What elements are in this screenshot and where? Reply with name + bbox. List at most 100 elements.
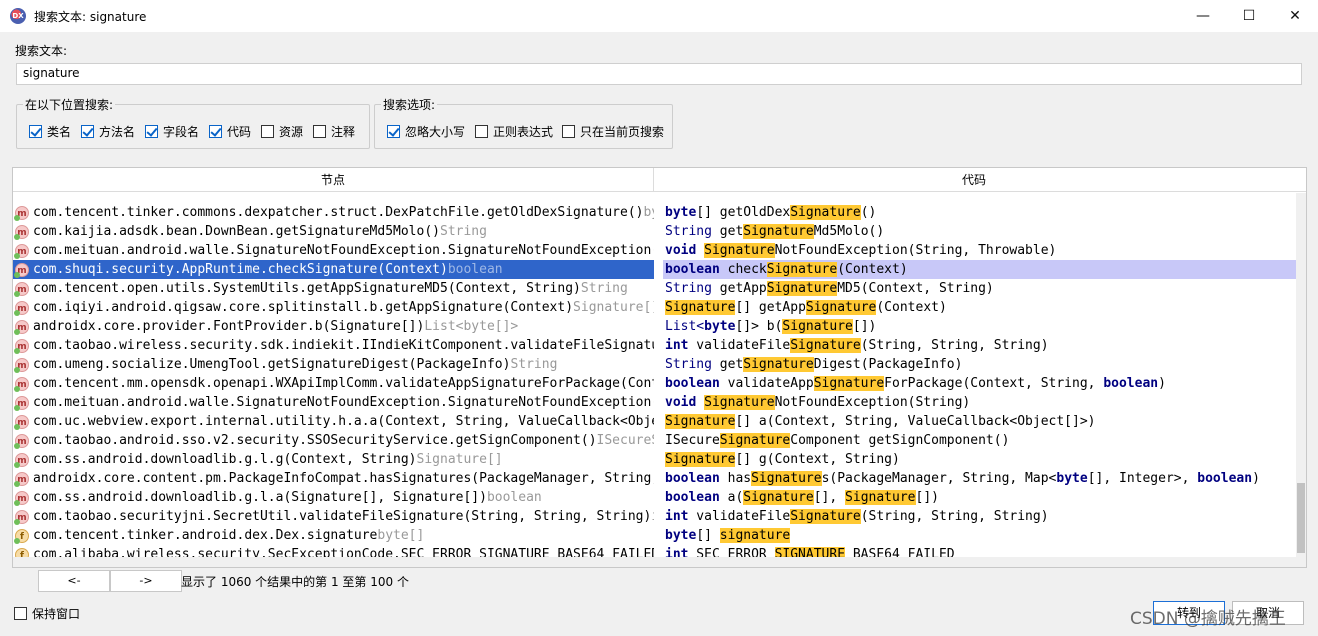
node-cell[interactable]: m androidx.core.provider.FontProvider.b(S… [13, 317, 654, 336]
node-cell[interactable]: m com.ss.android.downloadlib.g.l.g(Contex… [13, 450, 654, 469]
code-cell[interactable]: ISecureSignatureComponent getSignCompone… [663, 431, 1297, 450]
table-row[interactable]: m com.ss.android.downloadlib.g.l.g(Contex… [13, 450, 1296, 469]
table-row[interactable]: m com.kaijia.adsdk.bean.DownBean.getSigna… [13, 222, 1296, 241]
table-row[interactable]: m com.iqiyi.android.qigsaw.core.splitinst… [13, 298, 1296, 317]
table-row[interactable]: m com.shuqi.security.AppRuntime.checkSign… [13, 260, 1297, 279]
node-cell[interactable]: m com.taobao.android.sso.v2.security.SSOS… [13, 431, 654, 450]
match-highlight: Signature [719, 433, 791, 448]
table-row[interactable]: m com.taobao.securityjni.SecretUtil.valid… [13, 507, 1296, 526]
method-icon: m [14, 452, 29, 468]
table-row[interactable]: m com.taobao.android.sso.v2.security.SSOS… [13, 431, 1296, 450]
code-cell[interactable]: String getSignatureDigest(PackageInfo) [663, 355, 1297, 374]
checkbox-box[interactable] [562, 125, 575, 138]
node-cell[interactable]: m com.ss.android.downloadlib.g.l.a(Signat… [13, 488, 654, 507]
code-cell[interactable]: String getSignatureMd5Molo() [663, 222, 1297, 241]
scope-class-checkbox[interactable]: 类名 [29, 123, 71, 140]
code-cell[interactable]: boolean a(Signature[], Signature[]) [663, 488, 1297, 507]
scope-resource-checkbox[interactable]: 资源 [261, 123, 303, 140]
search-input[interactable]: signature [16, 63, 1302, 85]
maximize-button[interactable]: ☐ [1226, 0, 1272, 32]
checkbox-box[interactable] [29, 125, 42, 138]
checkbox-box[interactable] [209, 125, 222, 138]
cancel-button[interactable]: 取消 [1232, 601, 1304, 625]
code-cell[interactable]: byte[] signature [663, 526, 1297, 545]
scope-comment-checkbox[interactable]: 注释 [313, 123, 355, 140]
code-cell[interactable]: boolean checkSignature(Context) [663, 260, 1297, 279]
checkbox-box[interactable] [313, 125, 326, 138]
code-cell[interactable]: boolean validateAppSignatureForPackage(C… [663, 374, 1297, 393]
code-cell[interactable]: void SignatureNotFoundException(String, … [663, 241, 1297, 260]
close-button[interactable]: ✕ [1272, 0, 1318, 32]
table-row[interactable]: f com.tencent.tinker.android.dex.Dex.sign… [13, 526, 1296, 545]
code-cell[interactable]: byte[] getOldDexSignature() [663, 203, 1297, 222]
code-cell[interactable]: boolean hasSignatures(PackageManager, St… [663, 469, 1297, 488]
node-name: com.meituan.android.walle.SignatureNotFo… [33, 243, 654, 258]
table-row[interactable]: m androidx.core.content.pm.PackageInfoCom… [13, 469, 1296, 488]
scrollbar-thumb[interactable] [1297, 483, 1305, 553]
scope-method-checkbox[interactable]: 方法名 [81, 123, 135, 140]
method-icon: m [14, 414, 29, 430]
node-cell[interactable]: m androidx.core.content.pm.PackageInfoCom… [13, 469, 654, 488]
node-name: androidx.core.content.pm.PackageInfoComp… [33, 471, 654, 486]
column-header-node[interactable]: 节点 [13, 168, 654, 192]
code-cell[interactable]: int validateFileSignature(String, String… [663, 336, 1297, 355]
goto-button[interactable]: 转到 [1153, 601, 1225, 625]
code-cell[interactable]: void SignatureNotFoundException(String) [663, 393, 1297, 412]
checkbox-box[interactable] [81, 125, 94, 138]
table-row[interactable]: m com.tencent.mm.opensdk.openapi.WXApiImp… [13, 374, 1296, 393]
node-cell[interactable]: m com.umeng.socialize.UmengTool.getSignat… [13, 355, 654, 374]
table-row[interactable]: m com.ss.android.downloadlib.g.l.a(Signat… [13, 488, 1296, 507]
regex-checkbox[interactable]: 正则表达式 [475, 123, 553, 140]
node-cell[interactable]: m com.meituan.android.walle.SignatureNotF… [13, 393, 654, 412]
table-row[interactable]: m androidx.core.provider.FontProvider.b(S… [13, 317, 1296, 336]
table-row[interactable]: m com.uc.webview.export.internal.utility.… [13, 412, 1296, 431]
code-cell[interactable]: Signature[] g(Context, String) [663, 450, 1297, 469]
table-row[interactable]: m com.tencent.open.utils.SystemUtils.getA… [13, 279, 1296, 298]
column-header-code[interactable]: 代码 [654, 168, 1294, 192]
node-cell[interactable]: m com.meituan.android.walle.SignatureNotF… [13, 241, 654, 260]
current-page-checkbox[interactable]: 只在当前页搜索 [562, 123, 664, 140]
code-token: getApp [711, 281, 767, 296]
table-row[interactable]: m com.meituan.android.walle.SignatureNotF… [13, 393, 1296, 412]
horizontal-scrollbar[interactable] [13, 557, 1296, 567]
keep-window-checkbox[interactable]: 保持窗口 [14, 605, 80, 622]
node-cell[interactable]: f com.tencent.tinker.android.dex.Dex.sign… [13, 526, 654, 545]
results-table[interactable]: m com.tencent.tinker.commons.dexpatcher.s… [12, 167, 1307, 568]
node-cell[interactable]: m com.shuqi.security.AppRuntime.checkSign… [13, 260, 654, 279]
code-cell[interactable]: int validateFileSignature(String, String… [663, 507, 1297, 526]
code-token: get [711, 224, 744, 239]
checkbox-box[interactable] [14, 607, 27, 620]
ignore-case-checkbox[interactable]: 忽略大小写 [387, 123, 465, 140]
code-token: [], Integer>, [1087, 471, 1198, 486]
node-cell[interactable]: m com.kaijia.adsdk.bean.DownBean.getSigna… [13, 222, 654, 241]
checkbox-box[interactable] [387, 125, 400, 138]
prev-page-button[interactable]: <- [38, 570, 110, 592]
scope-field-checkbox[interactable]: 字段名 [145, 123, 199, 140]
vertical-scrollbar[interactable] [1296, 193, 1306, 567]
node-cell[interactable]: m com.taobao.securityjni.SecretUtil.valid… [13, 507, 654, 526]
code-cell[interactable]: String getAppSignatureMD5(Context, Strin… [663, 279, 1297, 298]
node-name: androidx.core.provider.FontProvider.b(Si… [33, 319, 425, 334]
node-cell[interactable]: m com.uc.webview.export.internal.utility.… [13, 412, 654, 431]
node-name: com.umeng.socialize.UmengTool.getSignatu… [33, 357, 511, 372]
scope-code-checkbox[interactable]: 代码 [209, 123, 251, 140]
next-page-button[interactable]: -> [110, 570, 182, 592]
table-row[interactable]: m com.taobao.wireless.security.sdk.indiek… [13, 336, 1296, 355]
table-row[interactable]: m com.tencent.tinker.commons.dexpatcher.s… [13, 203, 1296, 222]
table-row[interactable]: m com.meituan.android.walle.SignatureNotF… [13, 241, 1296, 260]
code-cell[interactable]: Signature[] getAppSignature(Context) [663, 298, 1297, 317]
code-cell[interactable]: List<byte[]> b(Signature[]) [663, 317, 1297, 336]
checkbox-box[interactable] [475, 125, 488, 138]
node-cell[interactable]: m com.tencent.mm.opensdk.openapi.WXApiImp… [13, 374, 654, 393]
node-cell[interactable]: m com.iqiyi.android.qigsaw.core.splitinst… [13, 298, 654, 317]
node-cell[interactable]: m com.tencent.tinker.commons.dexpatcher.s… [13, 203, 654, 222]
node-cell[interactable]: m com.tencent.open.utils.SystemUtils.getA… [13, 279, 654, 298]
code-cell[interactable]: Signature[] a(Context, String, ValueCall… [663, 412, 1297, 431]
checkbox-box[interactable] [145, 125, 158, 138]
node-cell[interactable]: m com.taobao.wireless.security.sdk.indiek… [13, 336, 654, 355]
checkbox-box[interactable] [261, 125, 274, 138]
minimize-button[interactable]: — [1180, 0, 1226, 32]
node-name: com.kaijia.adsdk.bean.DownBean.getSignat… [33, 224, 440, 239]
table-row[interactable]: m com.umeng.socialize.UmengTool.getSignat… [13, 355, 1296, 374]
